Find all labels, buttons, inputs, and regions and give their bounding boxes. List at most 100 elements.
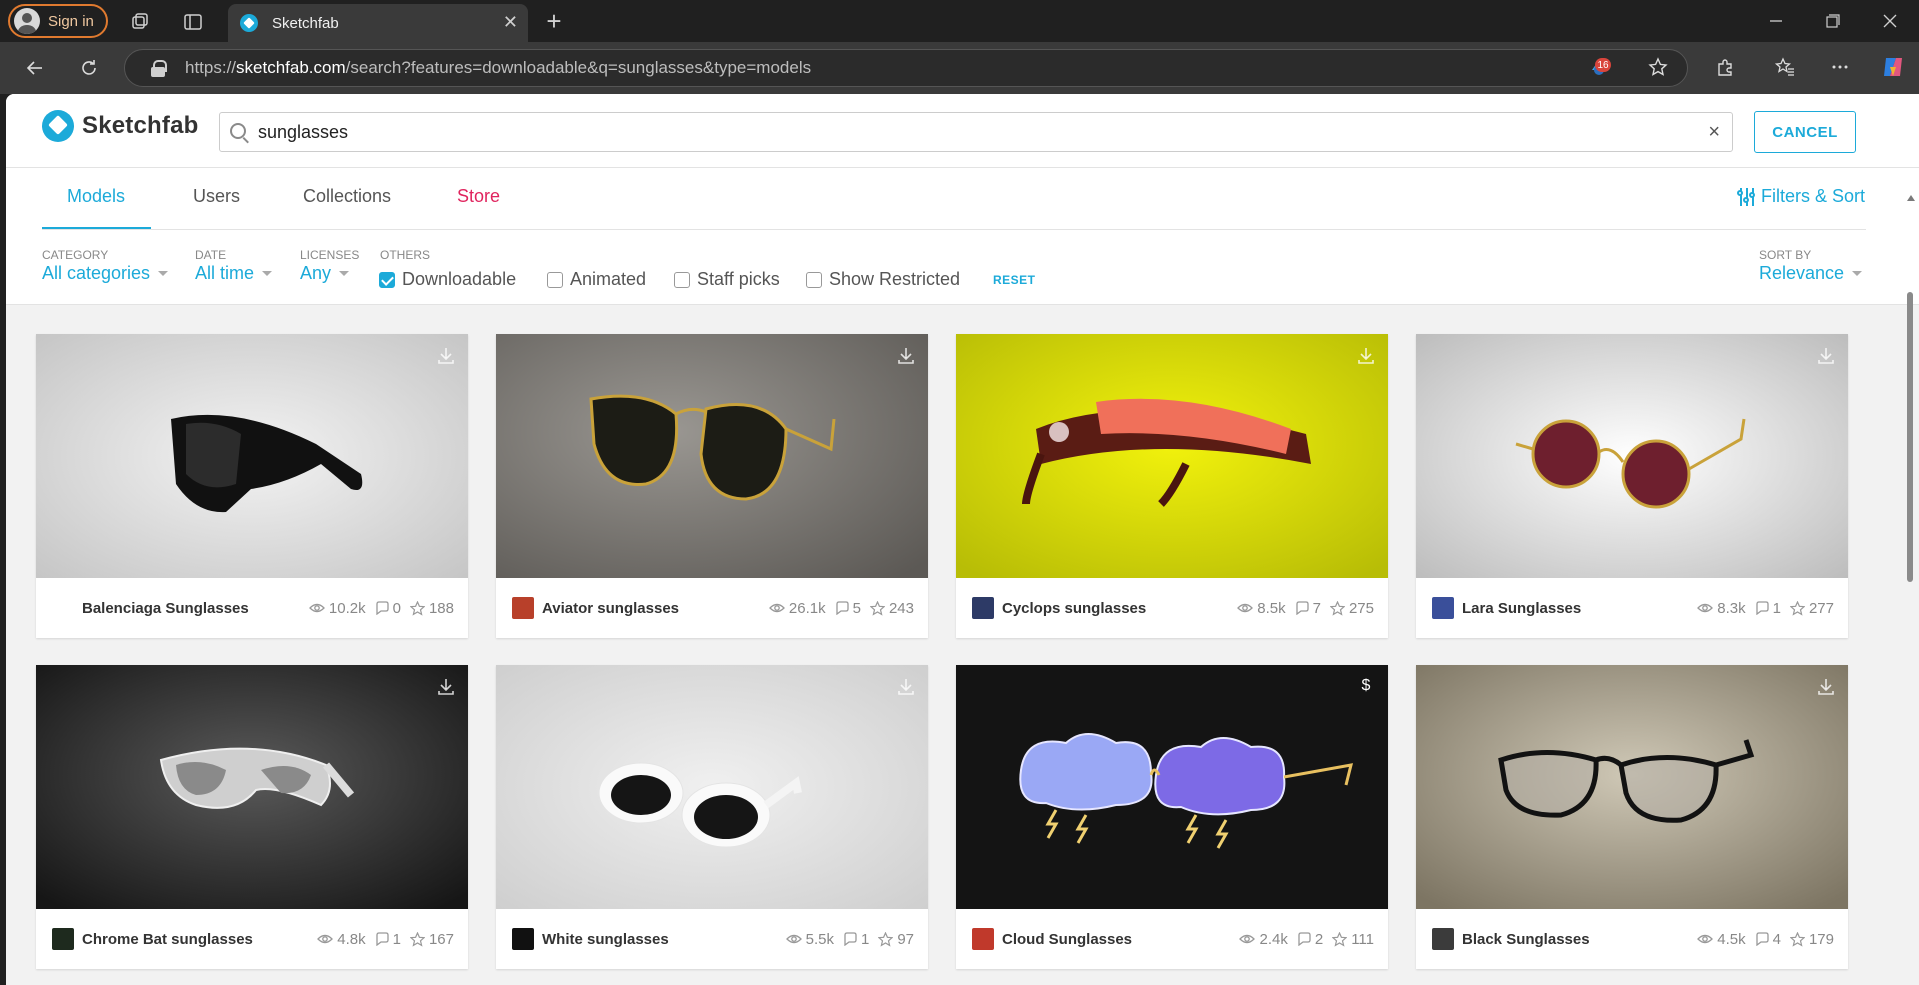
close-tab-icon[interactable]: ✕	[503, 12, 518, 33]
model-thumbnail[interactable]: $	[956, 665, 1388, 909]
author-avatar[interactable]	[972, 597, 994, 619]
views-icon	[1697, 603, 1714, 613]
download-icon[interactable]	[896, 346, 916, 366]
staff-picks-label: Staff picks	[697, 269, 780, 289]
likes-stat[interactable]: 243	[869, 600, 914, 617]
more-options-icon[interactable]	[1827, 54, 1853, 80]
browser-tab-bar: Sign in Sketchfab ✕ +	[0, 0, 1919, 42]
address-bar[interactable]: https://sketchfab.com/search?features=do…	[124, 49, 1688, 87]
model-card-footer: Black Sunglasses 4.5k 4 179	[1416, 909, 1848, 969]
author-avatar[interactable]	[1432, 597, 1454, 619]
profile-icon	[14, 8, 40, 34]
likes-stat[interactable]: 275	[1329, 600, 1374, 617]
download-icon[interactable]	[436, 346, 456, 366]
likes-stat[interactable]: 111	[1332, 931, 1374, 948]
downloadable-checkbox[interactable]: Downloadable	[379, 269, 516, 290]
staff-picks-checkbox[interactable]: Staff picks	[674, 269, 780, 290]
model-title[interactable]: Cloud Sunglasses	[1002, 931, 1230, 948]
animated-checkbox[interactable]: Animated	[547, 269, 646, 290]
author-avatar[interactable]	[512, 597, 534, 619]
model-thumbnail[interactable]	[1416, 665, 1848, 909]
price-icon[interactable]: $	[1356, 677, 1376, 697]
model-card[interactable]: Chrome Bat sunglasses 4.8k 1 167	[36, 665, 468, 969]
search-input[interactable]: sunglasses ×	[219, 112, 1733, 152]
tab-collections[interactable]: Collections	[303, 186, 391, 207]
close-window-icon[interactable]	[1878, 9, 1902, 33]
date-filter[interactable]: DATE All time	[195, 248, 273, 284]
model-title[interactable]: Cyclops sunglasses	[1002, 600, 1228, 617]
model-title[interactable]: Black Sunglasses	[1462, 931, 1688, 948]
filters-sort-button[interactable]: Filters & Sort	[1736, 186, 1865, 207]
comments-count: 1	[860, 930, 870, 948]
model-thumbnail[interactable]	[36, 665, 468, 909]
likes-stat[interactable]: 167	[409, 931, 454, 948]
download-icon[interactable]	[1816, 677, 1836, 697]
model-card[interactable]: $ Cloud Sunglasses 2.4k 2 111	[956, 665, 1388, 969]
model-title[interactable]: White sunglasses	[542, 931, 777, 948]
likes-stat[interactable]: 277	[1789, 600, 1834, 617]
model-thumbnail[interactable]	[496, 334, 928, 578]
refresh-icon[interactable]	[76, 55, 102, 81]
download-icon[interactable]	[896, 677, 916, 697]
model-card[interactable]: White sunglasses 5.5k 1 97	[496, 665, 928, 969]
comments-icon	[375, 601, 389, 615]
model-thumbnail[interactable]	[956, 334, 1388, 578]
favorites-icon[interactable]	[1772, 54, 1798, 80]
tab-store[interactable]: Store	[457, 186, 500, 207]
model-card[interactable]: Cyclops sunglasses 8.5k 7 275	[956, 334, 1388, 638]
author-avatar[interactable]	[512, 928, 534, 950]
model-title[interactable]: Lara Sunglasses	[1462, 600, 1688, 617]
model-card[interactable]: Lara Sunglasses 8.3k 1 277	[1416, 334, 1848, 638]
downloadable-label: Downloadable	[402, 269, 517, 289]
favorite-star-icon[interactable]	[1645, 54, 1671, 80]
new-tab-icon[interactable]: +	[542, 6, 566, 36]
model-title[interactable]: Aviator sunglasses	[542, 600, 760, 617]
restore-icon[interactable]	[1821, 9, 1845, 33]
comments-count: 1	[1772, 599, 1781, 617]
cancel-button[interactable]: CANCEL	[1754, 111, 1856, 153]
clear-search-icon[interactable]: ×	[1708, 121, 1720, 144]
sketchfab-logo[interactable]: Sketchfab	[42, 110, 199, 142]
search-value: sunglasses	[258, 121, 349, 142]
logo-text: Sketchfab	[82, 112, 199, 139]
browser-tab-sketchfab[interactable]: Sketchfab ✕	[228, 4, 528, 42]
copilot-icon[interactable]	[1879, 53, 1907, 81]
download-icon[interactable]	[1816, 346, 1836, 366]
licenses-filter[interactable]: LICENSES Any	[300, 248, 359, 284]
model-thumbnail[interactable]	[496, 665, 928, 909]
scrollbar-thumb[interactable]	[1907, 292, 1913, 582]
tab-actions-icon[interactable]	[181, 10, 205, 34]
workspaces-icon[interactable]	[128, 10, 152, 34]
author-avatar[interactable]	[52, 928, 74, 950]
model-card[interactable]: Black Sunglasses 4.5k 4 179	[1416, 665, 1848, 969]
model-card[interactable]: Aviator sunglasses 26.1k 5 243	[496, 334, 928, 638]
likes-star-icon	[1789, 931, 1805, 947]
tab-users[interactable]: Users	[193, 186, 240, 207]
download-icon[interactable]	[1356, 346, 1376, 366]
sort-by-value: Relevance	[1759, 263, 1845, 283]
comments-stat: 0	[375, 600, 401, 617]
model-card[interactable]: Balenciaga Sunglasses 10.2k 0 188	[36, 334, 468, 638]
download-icon[interactable]	[436, 677, 456, 697]
likes-stat[interactable]: 188	[409, 600, 454, 617]
likes-stat[interactable]: 97	[878, 931, 914, 948]
sketchfab-favicon-icon	[240, 14, 258, 32]
model-title[interactable]: Balenciaga Sunglasses	[82, 600, 300, 617]
author-avatar[interactable]	[1432, 928, 1454, 950]
model-title[interactable]: Chrome Bat sunglasses	[82, 931, 308, 948]
model-thumbnail[interactable]	[1416, 334, 1848, 578]
show-restricted-checkbox[interactable]: Show Restricted	[806, 269, 960, 290]
tab-models[interactable]: Models	[67, 186, 125, 207]
reset-button[interactable]: RESET	[993, 273, 1036, 287]
category-filter[interactable]: CATEGORY All categories	[42, 248, 169, 284]
sort-by-dropdown[interactable]: SORT BY Relevance	[1759, 248, 1863, 284]
likes-stat[interactable]: 179	[1789, 931, 1834, 948]
model-thumbnail[interactable]	[36, 334, 468, 578]
back-icon[interactable]	[22, 55, 48, 81]
author-avatar[interactable]	[972, 928, 994, 950]
comments-stat: 5	[835, 600, 861, 617]
extensions-icon[interactable]	[1712, 54, 1738, 80]
minimize-icon[interactable]	[1764, 9, 1788, 33]
author-avatar[interactable]	[52, 597, 74, 619]
sign-in-button[interactable]: Sign in	[8, 4, 108, 38]
